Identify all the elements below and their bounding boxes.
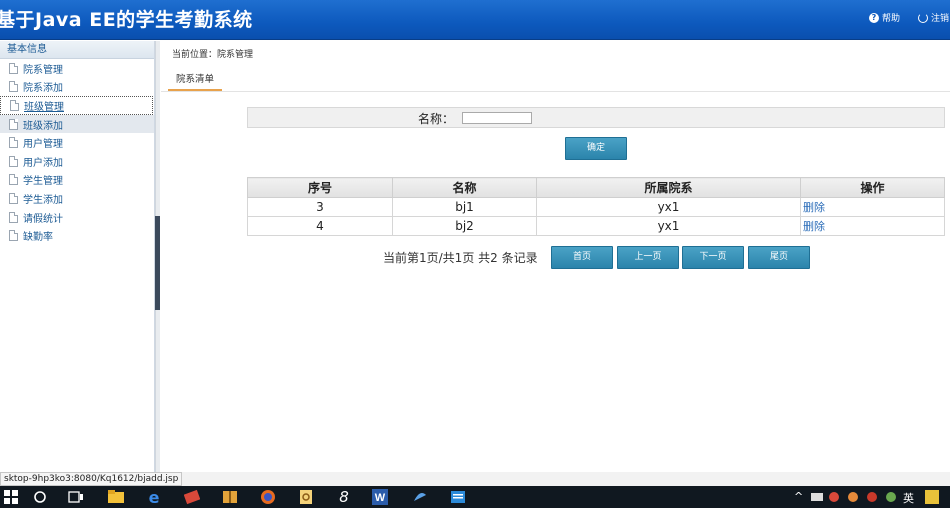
tray-app-icon[interactable] — [845, 489, 861, 505]
app-icon[interactable] — [450, 489, 466, 505]
document-icon — [9, 81, 18, 93]
windows-start-icon[interactable] — [3, 489, 19, 505]
power-icon — [918, 12, 928, 23]
help-link[interactable]: ? 帮助 — [869, 11, 900, 24]
cell-name: bj1 — [392, 197, 537, 217]
column-header-index: 序号 — [247, 177, 393, 198]
sidebar-item-label: 院系管理 — [23, 64, 63, 76]
table-row: 4 bj2 yx1 删除 — [247, 216, 945, 236]
sidebar-item-label: 缺勤率 — [23, 232, 53, 244]
app-header: 基于Java EE的学生考勤系统 ? 帮助 注销 — [0, 0, 950, 40]
tray-app-icon[interactable] — [809, 489, 825, 505]
logout-label: 注销 — [931, 14, 950, 24]
tray-chevron-up-icon[interactable]: ^ — [794, 490, 803, 503]
tab-dept-list[interactable]: 院系清单 — [168, 71, 223, 91]
tab-divider — [161, 91, 950, 92]
cell-dept: yx1 — [536, 216, 801, 236]
document-icon — [9, 137, 18, 149]
document-icon — [9, 174, 18, 186]
cell-index: 4 — [247, 216, 393, 236]
sidebar-item-user-add[interactable]: 用户添加 — [0, 152, 154, 171]
sidebar-item-label: 学生添加 — [23, 194, 63, 206]
cell-dept: yx1 — [536, 197, 801, 217]
sidebar-item-dept-manage[interactable]: 院系管理 — [0, 59, 154, 78]
sidebar-item-leave-stats[interactable]: 请假统计 — [0, 208, 154, 227]
prev-page-button[interactable]: 上一页 — [617, 246, 679, 269]
app-icon[interactable] — [412, 489, 428, 505]
book-app-icon[interactable] — [222, 489, 238, 505]
document-icon — [9, 211, 18, 223]
next-page-button[interactable]: 下一页 — [682, 246, 744, 269]
app-title: 基于Java EE的学生考勤系统 — [0, 9, 253, 31]
logout-link[interactable]: 注销 — [918, 11, 949, 24]
edge-icon[interactable]: e — [146, 488, 162, 507]
tray-app-icon[interactable] — [864, 489, 880, 505]
input-method-indicator[interactable]: 英 — [903, 490, 914, 506]
sidebar-item-class-add[interactable]: 班级添加 — [0, 114, 154, 134]
tray-app-icon[interactable] — [924, 489, 940, 505]
confirm-button[interactable]: 确定 — [565, 137, 627, 160]
column-header-dept: 所属院系 — [536, 177, 801, 198]
column-header-name: 名称 — [392, 177, 537, 198]
svg-text:W: W — [375, 492, 386, 504]
sidebar-item-dept-add[interactable]: 院系添加 — [0, 78, 154, 97]
sidebar-item-student-manage[interactable]: 学生管理 — [0, 171, 154, 190]
app-icon[interactable] — [184, 489, 200, 505]
cell-index: 3 — [247, 197, 393, 217]
delete-link[interactable]: 删除 — [800, 197, 945, 217]
document-icon — [9, 230, 18, 242]
file-explorer-icon[interactable] — [108, 489, 124, 505]
sidebar-item-label: 用户管理 — [23, 139, 63, 151]
sidebar-item-user-manage[interactable]: 用户管理 — [0, 133, 154, 152]
firefox-icon[interactable] — [260, 489, 276, 505]
sidebar-group-header[interactable]: 基本信息 — [0, 41, 154, 59]
sidebar-item-label: 学生管理 — [23, 176, 63, 188]
pager-summary: 当前第1页/共1页 共2 条记录 — [383, 251, 538, 265]
help-label: 帮助 — [882, 14, 901, 24]
sidebar-toggle-handle[interactable] — [155, 216, 160, 310]
app-icon[interactable] — [298, 489, 314, 505]
document-icon — [9, 192, 18, 204]
tray-app-icon[interactable] — [826, 489, 842, 505]
first-page-button[interactable]: 首页 — [551, 246, 613, 269]
main-content: 当前位置：院系管理 院系清单 名称： 确定 序号 名称 所属院系 操作 3 bj… — [161, 41, 950, 472]
table-row: 3 bj1 yx1 删除 — [247, 197, 945, 217]
last-page-button[interactable]: 尾页 — [748, 246, 810, 269]
task-view-icon[interactable] — [68, 489, 84, 505]
sidebar-item-label: 院系添加 — [23, 83, 63, 95]
document-icon — [9, 118, 18, 130]
search-bar: 名称： — [247, 107, 945, 128]
sidebar: 基本信息 院系管理 院系添加 班级管理 班级添加 用户管理 用户添加 学生管理 … — [0, 41, 155, 472]
sidebar-group-label: 基本信息 — [7, 44, 47, 55]
search-icon[interactable] — [32, 489, 48, 505]
tray-app-icon[interactable] — [883, 489, 899, 505]
document-icon — [9, 62, 18, 74]
sidebar-item-label: 用户添加 — [23, 157, 63, 169]
sidebar-item-absence-rate[interactable]: 缺勤率 — [0, 226, 154, 245]
status-url: sktop-9hp3ko3:8080/Kq1612/bjadd.jsp — [0, 472, 183, 486]
app-icon[interactable]: 8 — [336, 488, 352, 506]
help-icon: ? — [869, 12, 879, 23]
table-header-row: 序号 名称 所属院系 操作 — [247, 177, 945, 198]
search-label: 名称： — [418, 112, 455, 126]
sidebar-item-label: 班级管理 — [24, 101, 64, 113]
column-header-action: 操作 — [800, 177, 945, 198]
sidebar-item-student-add[interactable]: 学生添加 — [0, 189, 154, 208]
browser-statusbar: sktop-9hp3ko3:8080/Kq1612/bjadd.jsp — [0, 472, 950, 486]
document-icon — [9, 155, 18, 167]
cell-name: bj2 — [392, 216, 537, 236]
document-icon — [10, 99, 19, 111]
sidebar-item-label: 请假统计 — [23, 213, 63, 225]
windows-taskbar: e 8 W ^ 英 — [0, 486, 950, 508]
sidebar-item-label: 班级添加 — [23, 120, 63, 132]
data-table: 序号 名称 所属院系 操作 3 bj1 yx1 删除 4 bj2 yx1 删除 — [247, 177, 945, 236]
word-icon[interactable]: W — [372, 489, 388, 505]
sidebar-item-class-manage[interactable]: 班级管理 — [0, 96, 153, 115]
delete-link[interactable]: 删除 — [800, 216, 945, 236]
name-search-input[interactable] — [462, 112, 532, 124]
breadcrumb: 当前位置：院系管理 — [172, 50, 254, 60]
